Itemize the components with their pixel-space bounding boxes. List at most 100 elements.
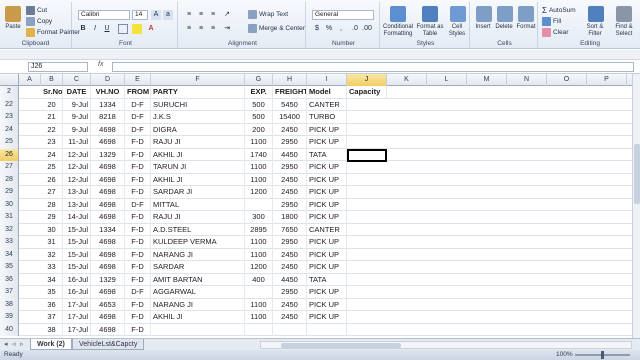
cell-from[interactable]: F-D — [125, 323, 151, 336]
cell-party[interactable]: TARUN JI — [151, 161, 245, 174]
cell-exp[interactable]: 1100 — [245, 136, 273, 149]
insert-icon[interactable] — [476, 6, 492, 22]
cell-sr[interactable]: 32 — [41, 248, 63, 261]
cell-from[interactable]: D-F — [125, 111, 151, 124]
cell-party[interactable]: NARANG JI — [151, 248, 245, 261]
cell-model[interactable]: PICK UP — [307, 211, 347, 224]
cell-model[interactable]: PICK UP — [307, 173, 347, 186]
orientation-icon[interactable]: ↗ — [222, 10, 232, 20]
cell-exp[interactable]: 1100 — [245, 298, 273, 311]
align-left-icon[interactable]: ≡ — [184, 24, 194, 34]
cell-sr[interactable]: 27 — [41, 186, 63, 199]
cell-sr[interactable]: 37 — [41, 311, 63, 324]
column-header-i[interactable]: I — [307, 74, 347, 86]
cell-date[interactable]: 17-Jul — [63, 323, 91, 336]
cell-exp[interactable] — [245, 323, 273, 336]
cell-model[interactable]: PICK UP — [307, 136, 347, 149]
fill-button[interactable]: Fill — [542, 17, 561, 26]
zoom-slider[interactable] — [575, 351, 630, 359]
italic-button[interactable]: I — [90, 24, 100, 34]
cell-model[interactable]: TATA — [307, 273, 347, 286]
decrease-decimal-icon[interactable]: .00 — [362, 24, 372, 34]
paste-button[interactable]: Paste — [2, 24, 24, 31]
column-header-e[interactable]: E — [125, 74, 151, 86]
cell-exp[interactable]: 400 — [245, 273, 273, 286]
font-name-select[interactable]: Calibri — [78, 10, 130, 20]
cell-date[interactable]: 17-Jul — [63, 298, 91, 311]
header-cell-capacity[interactable]: Capacity — [347, 86, 387, 99]
find-select-button[interactable]: Find & Select — [608, 24, 640, 38]
cell-freight[interactable]: 2450 — [273, 186, 307, 199]
cell-date[interactable]: 15-Jul — [63, 236, 91, 249]
cell-from[interactable]: F-D — [125, 223, 151, 236]
cell-exp[interactable]: 2895 — [245, 223, 273, 236]
cell-model[interactable] — [307, 323, 347, 336]
percent-button[interactable]: % — [324, 24, 334, 34]
header-cell-freight[interactable]: FREIGHT — [273, 86, 307, 99]
row-header[interactable]: 36 — [0, 273, 19, 286]
cell-vh[interactable]: 4698 — [91, 173, 125, 186]
row-header[interactable]: 31 — [0, 211, 19, 224]
cell-sr[interactable]: 36 — [41, 298, 63, 311]
cell-vh[interactable]: 4698 — [91, 136, 125, 149]
underline-button[interactable]: U — [102, 24, 112, 34]
cell-exp[interactable] — [245, 286, 273, 299]
cell-vh[interactable]: 4698 — [91, 311, 125, 324]
number-format-select[interactable]: General — [312, 10, 374, 20]
zoom-slider-knob[interactable] — [601, 351, 604, 359]
cell-from[interactable]: D-F — [125, 286, 151, 299]
find-icon[interactable] — [616, 6, 632, 22]
cell-freight[interactable] — [273, 323, 307, 336]
cell-party[interactable]: SARDAR JI — [151, 186, 245, 199]
header-cell-date[interactable]: DATE — [63, 86, 91, 99]
cell-model[interactable]: CANTER — [307, 98, 347, 111]
column-header-c[interactable]: C — [63, 74, 91, 86]
cell-vh[interactable]: 4698 — [91, 248, 125, 261]
cell-vh[interactable]: 4698 — [91, 323, 125, 336]
cell-party[interactable]: AMIT BARTAN — [151, 273, 245, 286]
cell-freight[interactable]: 2950 — [273, 198, 307, 211]
cell-model[interactable]: PICK UP — [307, 261, 347, 274]
fx-icon[interactable]: fx — [98, 61, 103, 68]
cell-model[interactable]: PICK UP — [307, 198, 347, 211]
cell-exp[interactable]: 200 — [245, 123, 273, 136]
cell-styles-button[interactable]: Cell Styles — [444, 24, 470, 38]
merge-center-button[interactable]: Merge & Center — [248, 24, 305, 33]
cell-party[interactable]: AKHIL JI — [151, 311, 245, 324]
conditional-formatting-icon[interactable] — [390, 6, 406, 22]
row-header[interactable]: 40 — [0, 323, 19, 336]
align-bottom-icon[interactable]: ≡ — [208, 10, 218, 20]
cell-sr[interactable]: 33 — [41, 261, 63, 274]
column-header-l[interactable]: L — [427, 74, 467, 86]
font-size-select[interactable]: 14 — [132, 10, 148, 20]
cell-exp[interactable]: 1740 — [245, 148, 273, 161]
column-header-j[interactable]: J — [347, 74, 387, 86]
align-middle-icon[interactable]: ≡ — [196, 10, 206, 20]
cell-vh[interactable]: 4698 — [91, 286, 125, 299]
cell-vh[interactable]: 4698 — [91, 211, 125, 224]
cell-freight[interactable]: 2450 — [273, 311, 307, 324]
cell-date[interactable]: 17-Jul — [63, 311, 91, 324]
cell-from[interactable]: F-D — [125, 248, 151, 261]
bold-button[interactable]: B — [78, 24, 88, 34]
cell-from[interactable]: F-D — [125, 173, 151, 186]
cell-date[interactable]: 11-Jul — [63, 136, 91, 149]
cell-vh[interactable]: 1334 — [91, 98, 125, 111]
clear-button[interactable]: Clear — [542, 28, 569, 37]
cell-freight[interactable]: 2450 — [273, 248, 307, 261]
cell-sr[interactable]: 26 — [41, 173, 63, 186]
cell-model[interactable]: PICK UP — [307, 236, 347, 249]
cell-sr[interactable]: 38 — [41, 323, 63, 336]
cell-party[interactable]: A.D.STEEL — [151, 223, 245, 236]
cell-vh[interactable]: 1329 — [91, 273, 125, 286]
cell-freight[interactable]: 2450 — [273, 123, 307, 136]
cell-party[interactable]: RAJU JI — [151, 211, 245, 224]
cell-vh[interactable]: 4698 — [91, 261, 125, 274]
cell-date[interactable]: 12-Jul — [63, 161, 91, 174]
row-header[interactable]: 29 — [0, 186, 19, 199]
copy-button[interactable]: Copy — [26, 17, 52, 26]
shrink-font-icon[interactable]: a — [163, 10, 173, 20]
column-header-k[interactable]: K — [387, 74, 427, 86]
row-header[interactable]: 22 — [0, 98, 19, 111]
row-header[interactable]: 28 — [0, 173, 19, 186]
